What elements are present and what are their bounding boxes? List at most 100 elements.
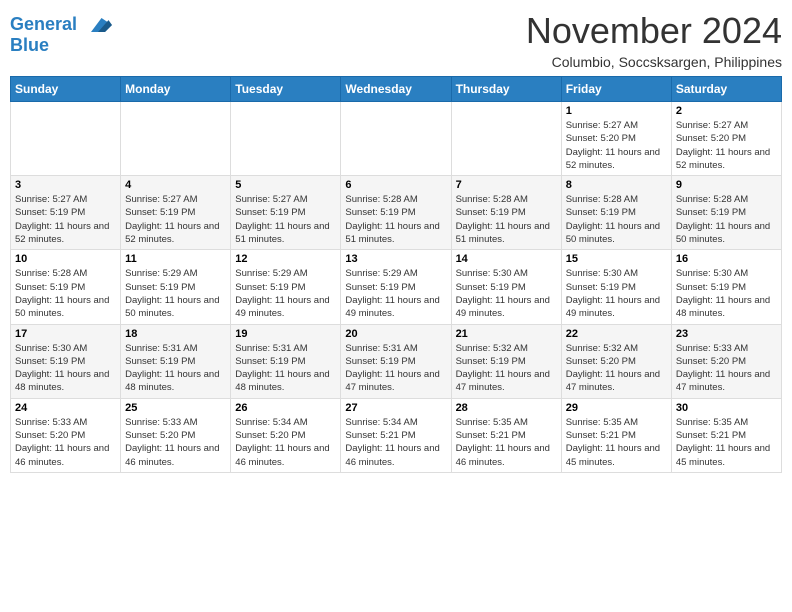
calendar-cell: 20 Sunrise: 5:31 AM Sunset: 5:19 PM Dayli… [341, 324, 451, 398]
day-number: 27 [345, 402, 446, 414]
day-info: Sunrise: 5:35 AM Sunset: 5:21 PM Dayligh… [456, 416, 557, 469]
day-info: Sunrise: 5:28 AM Sunset: 5:19 PM Dayligh… [676, 193, 777, 246]
day-number: 22 [566, 328, 667, 340]
weekday-header-monday: Monday [121, 77, 231, 102]
calendar-cell: 22 Sunrise: 5:32 AM Sunset: 5:20 PM Dayli… [561, 324, 671, 398]
day-info: Sunrise: 5:29 AM Sunset: 5:19 PM Dayligh… [345, 267, 446, 320]
day-info: Sunrise: 5:33 AM Sunset: 5:20 PM Dayligh… [676, 342, 777, 395]
day-number: 17 [15, 328, 116, 340]
calendar-cell: 14Sunrise: 5:30 AM Sunset: 5:19 PM Dayli… [451, 250, 561, 324]
calendar-cell: 5 Sunrise: 5:27 AM Sunset: 5:19 PM Daylig… [231, 176, 341, 250]
day-number: 23 [676, 328, 777, 340]
day-number: 2 [676, 105, 777, 117]
day-number: 24 [15, 402, 116, 414]
day-number: 21 [456, 328, 557, 340]
calendar-cell: 12 Sunrise: 5:29 AM Sunset: 5:19 PM Dayli… [231, 250, 341, 324]
calendar-cell [451, 102, 561, 176]
calendar-week-row: 24 Sunrise: 5:33 AM Sunset: 5:20 PM Dayli… [11, 398, 782, 472]
calendar-cell [121, 102, 231, 176]
calendar-cell: 24 Sunrise: 5:33 AM Sunset: 5:20 PM Dayli… [11, 398, 121, 472]
day-number: 12 [235, 253, 336, 265]
calendar-cell: 19 Sunrise: 5:31 AM Sunset: 5:19 PM Dayli… [231, 324, 341, 398]
logo: General Blue [10, 14, 112, 56]
day-info: Sunrise: 5:29 AM Sunset: 5:19 PM Dayligh… [235, 267, 336, 320]
day-number: 9 [676, 179, 777, 191]
calendar-cell: 17 Sunrise: 5:30 AM Sunset: 5:19 PM Dayli… [11, 324, 121, 398]
day-number: 7 [456, 179, 557, 191]
day-number: 13 [345, 253, 446, 265]
weekday-header-friday: Friday [561, 77, 671, 102]
weekday-header-thursday: Thursday [451, 77, 561, 102]
calendar-cell: 3Sunrise: 5:27 AM Sunset: 5:19 PM Daylig… [11, 176, 121, 250]
day-info: Sunrise: 5:28 AM Sunset: 5:19 PM Dayligh… [15, 267, 116, 320]
day-number: 11 [125, 253, 226, 265]
title-block: November 2024 Columbio, Soccsksargen, Ph… [526, 10, 782, 70]
calendar-cell: 2 Sunrise: 5:27 AM Sunset: 5:20 PM Daylig… [671, 102, 781, 176]
day-info: Sunrise: 5:31 AM Sunset: 5:19 PM Dayligh… [235, 342, 336, 395]
weekday-header-row: SundayMondayTuesdayWednesdayThursdayFrid… [11, 77, 782, 102]
day-info: Sunrise: 5:28 AM Sunset: 5:19 PM Dayligh… [456, 193, 557, 246]
calendar-cell: 7 Sunrise: 5:28 AM Sunset: 5:19 PM Daylig… [451, 176, 561, 250]
calendar-cell: 30 Sunrise: 5:35 AM Sunset: 5:21 PM Dayli… [671, 398, 781, 472]
day-info: Sunrise: 5:33 AM Sunset: 5:20 PM Dayligh… [125, 416, 226, 469]
calendar-cell: 28Sunrise: 5:35 AM Sunset: 5:21 PM Dayli… [451, 398, 561, 472]
day-info: Sunrise: 5:27 AM Sunset: 5:20 PM Dayligh… [566, 119, 667, 172]
calendar-cell: 21 Sunrise: 5:32 AM Sunset: 5:19 PM Dayli… [451, 324, 561, 398]
day-info: Sunrise: 5:27 AM Sunset: 5:19 PM Dayligh… [15, 193, 116, 246]
month-title: November 2024 [526, 10, 782, 52]
day-info: Sunrise: 5:27 AM Sunset: 5:20 PM Dayligh… [676, 119, 777, 172]
day-number: 1 [566, 105, 667, 117]
calendar-cell [11, 102, 121, 176]
day-info: Sunrise: 5:32 AM Sunset: 5:20 PM Dayligh… [566, 342, 667, 395]
day-number: 4 [125, 179, 226, 191]
day-number: 20 [345, 328, 446, 340]
calendar-cell: 29 Sunrise: 5:35 AM Sunset: 5:21 PM Dayli… [561, 398, 671, 472]
calendar-cell [341, 102, 451, 176]
day-info: Sunrise: 5:35 AM Sunset: 5:21 PM Dayligh… [676, 416, 777, 469]
day-number: 6 [345, 179, 446, 191]
calendar-cell: 8Sunrise: 5:28 AM Sunset: 5:19 PM Daylig… [561, 176, 671, 250]
logo-text-blue: Blue [10, 36, 112, 56]
calendar-cell: 11Sunrise: 5:29 AM Sunset: 5:19 PM Dayli… [121, 250, 231, 324]
logo-text: General [10, 14, 112, 36]
day-info: Sunrise: 5:28 AM Sunset: 5:19 PM Dayligh… [566, 193, 667, 246]
day-info: Sunrise: 5:30 AM Sunset: 5:19 PM Dayligh… [15, 342, 116, 395]
calendar-cell: 23 Sunrise: 5:33 AM Sunset: 5:20 PM Dayli… [671, 324, 781, 398]
day-info: Sunrise: 5:31 AM Sunset: 5:19 PM Dayligh… [345, 342, 446, 395]
day-number: 30 [676, 402, 777, 414]
day-info: Sunrise: 5:35 AM Sunset: 5:21 PM Dayligh… [566, 416, 667, 469]
calendar-week-row: 17 Sunrise: 5:30 AM Sunset: 5:19 PM Dayli… [11, 324, 782, 398]
day-info: Sunrise: 5:34 AM Sunset: 5:21 PM Dayligh… [345, 416, 446, 469]
day-info: Sunrise: 5:34 AM Sunset: 5:20 PM Dayligh… [235, 416, 336, 469]
day-number: 10 [15, 253, 116, 265]
day-number: 29 [566, 402, 667, 414]
day-info: Sunrise: 5:28 AM Sunset: 5:19 PM Dayligh… [345, 193, 446, 246]
day-number: 14 [456, 253, 557, 265]
day-info: Sunrise: 5:33 AM Sunset: 5:20 PM Dayligh… [15, 416, 116, 469]
weekday-header-sunday: Sunday [11, 77, 121, 102]
calendar-week-row: 10 Sunrise: 5:28 AM Sunset: 5:19 PM Dayli… [11, 250, 782, 324]
day-info: Sunrise: 5:30 AM Sunset: 5:19 PM Dayligh… [676, 267, 777, 320]
day-info: Sunrise: 5:27 AM Sunset: 5:19 PM Dayligh… [125, 193, 226, 246]
day-number: 26 [235, 402, 336, 414]
calendar-table: SundayMondayTuesdayWednesdayThursdayFrid… [10, 76, 782, 473]
calendar-cell: 4 Sunrise: 5:27 AM Sunset: 5:19 PM Daylig… [121, 176, 231, 250]
day-info: Sunrise: 5:30 AM Sunset: 5:19 PM Dayligh… [566, 267, 667, 320]
day-number: 5 [235, 179, 336, 191]
calendar-cell [231, 102, 341, 176]
weekday-header-wednesday: Wednesday [341, 77, 451, 102]
day-number: 25 [125, 402, 226, 414]
day-info: Sunrise: 5:27 AM Sunset: 5:19 PM Dayligh… [235, 193, 336, 246]
day-info: Sunrise: 5:32 AM Sunset: 5:19 PM Dayligh… [456, 342, 557, 395]
calendar-cell: 15Sunrise: 5:30 AM Sunset: 5:19 PM Dayli… [561, 250, 671, 324]
day-number: 16 [676, 253, 777, 265]
day-number: 19 [235, 328, 336, 340]
calendar-cell: 10 Sunrise: 5:28 AM Sunset: 5:19 PM Dayli… [11, 250, 121, 324]
weekday-header-tuesday: Tuesday [231, 77, 341, 102]
location-title: Columbio, Soccsksargen, Philippines [526, 54, 782, 70]
calendar-cell: 26 Sunrise: 5:34 AM Sunset: 5:20 PM Dayli… [231, 398, 341, 472]
day-number: 18 [125, 328, 226, 340]
calendar-cell: 25 Sunrise: 5:33 AM Sunset: 5:20 PM Dayli… [121, 398, 231, 472]
calendar-cell: 1 Sunrise: 5:27 AM Sunset: 5:20 PM Daylig… [561, 102, 671, 176]
calendar-cell: 6 Sunrise: 5:28 AM Sunset: 5:19 PM Daylig… [341, 176, 451, 250]
